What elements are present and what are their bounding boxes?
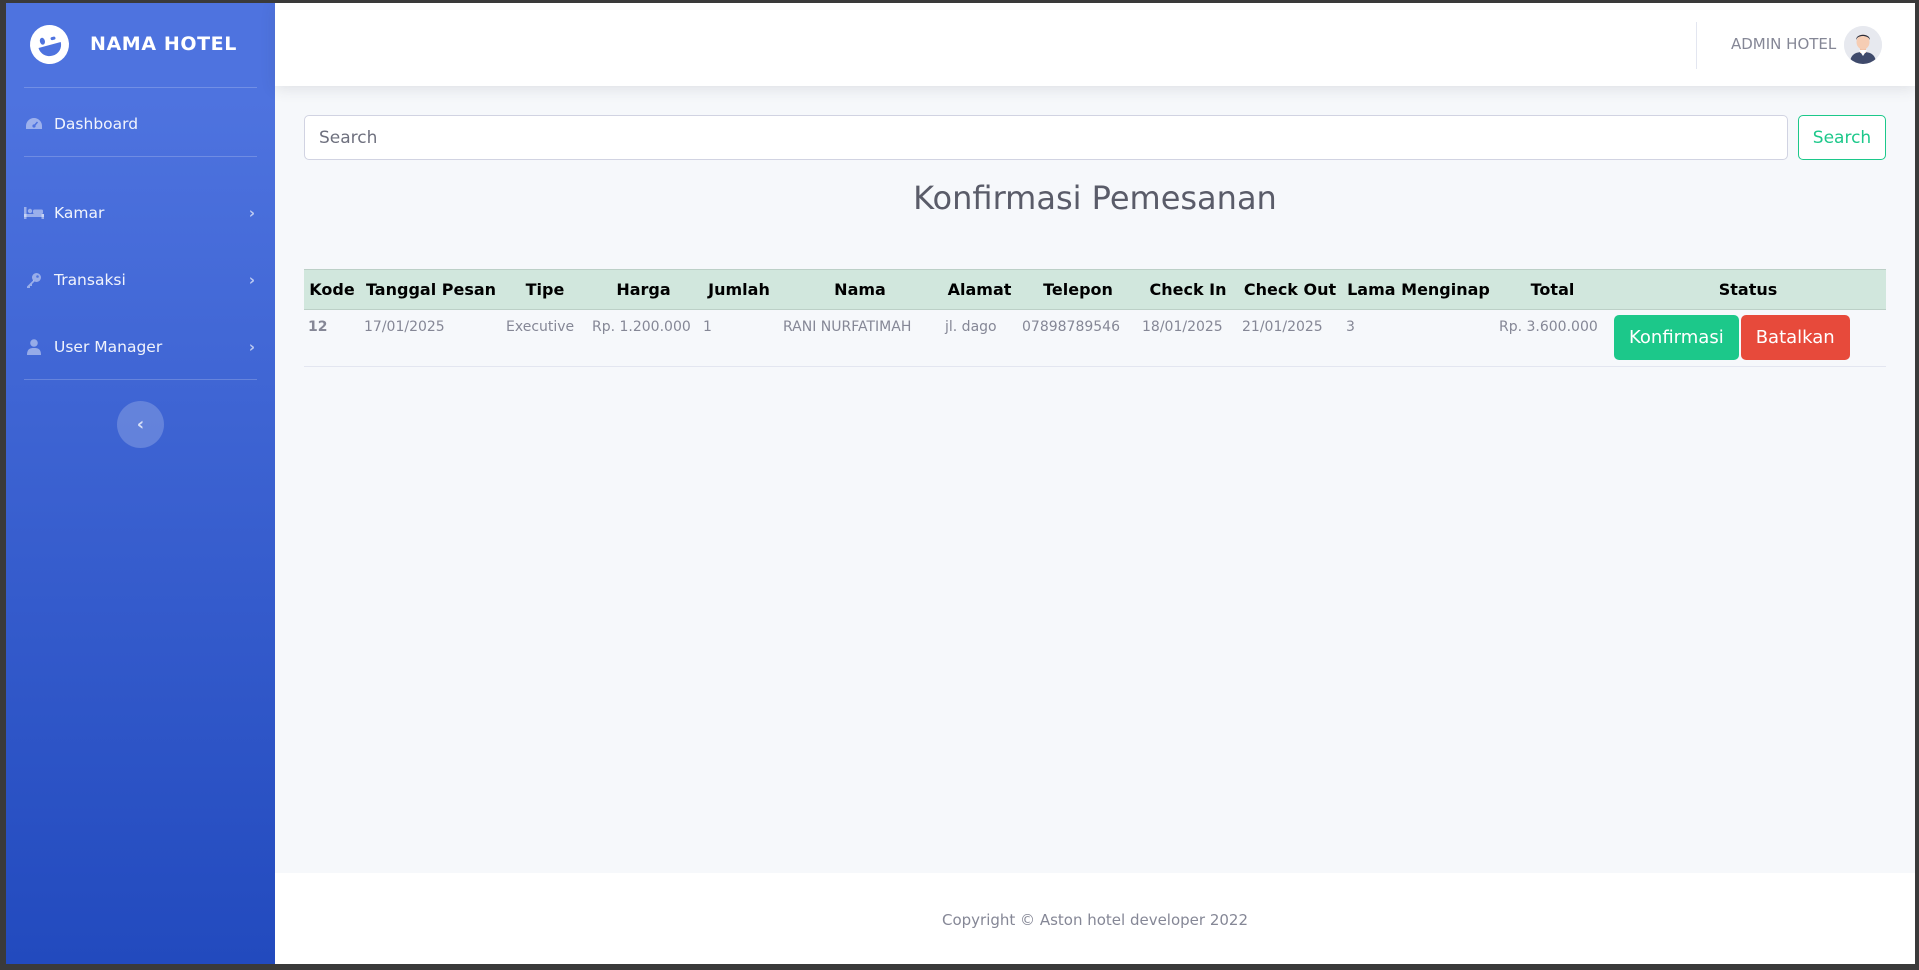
cell-harga: Rp. 1.200.000 (588, 309, 699, 367)
footer: Copyright © Aston hotel developer 2022 (275, 873, 1915, 964)
sidebar-item-label: Transaksi (54, 271, 126, 289)
column-header: Telepon (1018, 269, 1138, 310)
laugh-wink-icon (25, 20, 74, 68)
sidebar-item-user-manager[interactable]: User Manager › (24, 327, 257, 367)
sidebar-item-kamar[interactable]: Kamar › (24, 193, 257, 233)
cell-status: Konfirmasi Batalkan (1610, 309, 1886, 367)
sidebar-divider (24, 379, 257, 380)
user-icon (24, 337, 44, 357)
cell-alamat: jl. dago (941, 309, 1018, 367)
sidebar-item-dashboard[interactable]: Dashboard (24, 104, 257, 144)
table-header-row: Kode Tanggal Pesan Tipe Harga Jumlah Nam… (304, 269, 1886, 310)
topbar: ADMIN HOTEL (275, 3, 1915, 86)
column-header: Total (1495, 269, 1610, 310)
sidebar-item-label: Dashboard (54, 115, 139, 133)
topbar-divider (1696, 22, 1697, 69)
sidebar-item-label: Kamar (54, 204, 105, 222)
column-header: Nama (779, 269, 941, 310)
column-header: Check In (1138, 269, 1238, 310)
cell-nama: RANI NURFATIMAH (779, 309, 941, 367)
cell-total: Rp. 3.600.000 (1495, 309, 1610, 367)
cell-telepon: 07898789546 (1018, 309, 1138, 367)
column-header: Status (1610, 269, 1886, 310)
brand-name: NAMA HOTEL (90, 33, 237, 55)
orders-table: Kode Tanggal Pesan Tipe Harga Jumlah Nam… (304, 269, 1886, 367)
cell-kode: 12 (304, 309, 360, 367)
column-header: Check Out (1238, 269, 1342, 310)
app-window: NAMA HOTEL Dashboard Kamar › Transaksi ›… (6, 3, 1915, 964)
chevron-right-icon: › (248, 338, 255, 356)
key-icon (24, 270, 44, 290)
chevron-right-icon: › (248, 204, 255, 222)
cell-tipe: Executive (502, 309, 588, 367)
cancel-button[interactable]: Batalkan (1740, 315, 1850, 360)
chevron-right-icon: › (248, 271, 255, 289)
cell-tanggal-pesan: 17/01/2025 (360, 309, 502, 367)
search-input[interactable] (304, 115, 1788, 160)
column-header: Kode (304, 269, 360, 310)
search-button[interactable]: Search (1798, 115, 1886, 160)
column-header: Tipe (502, 269, 588, 310)
sidebar-item-label: User Manager (54, 338, 163, 356)
bed-icon (24, 203, 44, 223)
tachometer-icon (24, 114, 44, 134)
cell-jumlah: 1 (699, 309, 779, 367)
sidebar-divider (24, 156, 257, 157)
page-title: Konfirmasi Pemesanan (913, 179, 1277, 217)
copyright-text: Copyright © Aston hotel developer 2022 (941, 911, 1249, 929)
column-header: Lama Menginap (1342, 269, 1495, 310)
brand[interactable]: NAMA HOTEL (25, 20, 237, 68)
avatar[interactable] (1844, 26, 1882, 64)
column-header: Alamat (941, 269, 1018, 310)
chevron-left-icon: ‹ (136, 414, 145, 435)
cell-check-out: 21/01/2025 (1238, 309, 1342, 367)
confirm-button[interactable]: Konfirmasi (1614, 315, 1739, 360)
cell-check-in: 18/01/2025 (1138, 309, 1238, 367)
column-header: Tanggal Pesan (360, 269, 502, 310)
column-header: Harga (588, 269, 699, 310)
sidebar-divider (24, 87, 257, 88)
sidebar-item-transaksi[interactable]: Transaksi › (24, 260, 257, 300)
cell-lama-menginap: 3 (1342, 309, 1495, 367)
user-name[interactable]: ADMIN HOTEL (1731, 35, 1836, 53)
sidebar: NAMA HOTEL Dashboard Kamar › Transaksi ›… (6, 3, 275, 964)
table-row: 12 17/01/2025 Executive Rp. 1.200.000 1 … (304, 309, 1886, 367)
sidebar-toggle-button[interactable]: ‹ (117, 401, 164, 448)
column-header: Jumlah (699, 269, 779, 310)
